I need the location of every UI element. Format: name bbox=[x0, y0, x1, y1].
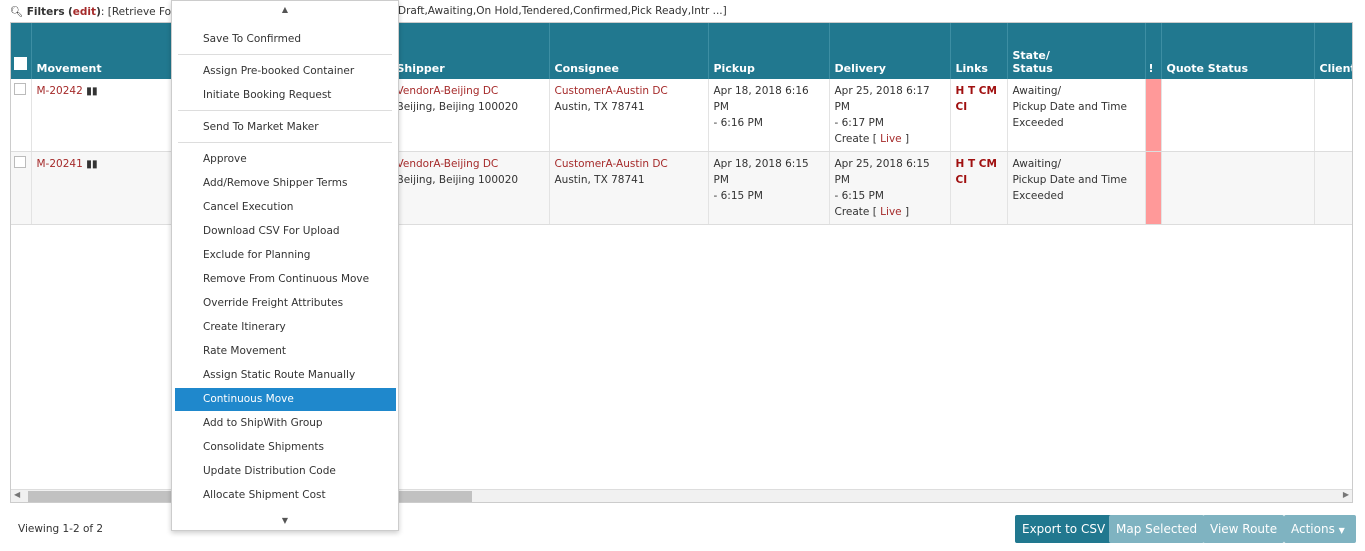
menu-divider bbox=[178, 142, 392, 143]
row-links[interactable]: H T CM CI bbox=[950, 79, 1008, 152]
menu-item[interactable]: Update Distribution Code bbox=[175, 460, 396, 483]
menu-item[interactable]: Allocate Shipment Cost bbox=[175, 484, 396, 507]
row-checkbox[interactable] bbox=[14, 83, 26, 95]
view-route-button[interactable]: View Route bbox=[1203, 515, 1285, 543]
menu-item[interactable]: Add/Remove Shipper Terms bbox=[175, 172, 396, 195]
col-state-status[interactable]: State/Status bbox=[1007, 23, 1146, 79]
select-all-checkbox[interactable] bbox=[11, 23, 32, 79]
map-selected-button[interactable]: Map Selected bbox=[1109, 515, 1205, 543]
scroll-left-icon[interactable]: ◀ bbox=[14, 490, 20, 499]
movement-link[interactable]: M-20242 bbox=[37, 85, 83, 97]
col-consignee[interactable]: Consignee bbox=[549, 23, 709, 79]
col-delivery[interactable]: Delivery bbox=[829, 23, 951, 79]
actions-button[interactable]: Actions ▼ bbox=[1284, 515, 1356, 543]
menu-item[interactable]: Consolidate Shipments bbox=[175, 436, 396, 459]
menu-item[interactable]: Approve bbox=[175, 148, 396, 171]
alert-flag bbox=[1145, 151, 1162, 225]
menu-item[interactable]: Assign Static Route Manually bbox=[175, 364, 396, 387]
col-client[interactable]: Client bbox=[1314, 23, 1352, 79]
menu-item[interactable]: Override Freight Attributes bbox=[175, 292, 396, 315]
actions-dropdown-menu: ▲ ▼ Save To Confirmed Assign Pre-booked C… bbox=[171, 0, 399, 531]
live-link[interactable]: Live bbox=[880, 206, 901, 218]
col-flag[interactable]: ! bbox=[1145, 23, 1162, 79]
viewing-count: Viewing 1-2 of 2 bbox=[18, 523, 104, 535]
menu-item[interactable]: Initiate Booking Request bbox=[175, 84, 396, 107]
edit-filters-link[interactable]: edit bbox=[73, 6, 96, 18]
col-movement[interactable]: Movement bbox=[31, 23, 172, 79]
col-shipper[interactable]: Shipper bbox=[391, 23, 550, 79]
menu-item[interactable]: Save To Confirmed bbox=[175, 28, 396, 51]
map-icon[interactable]: ▮▮ bbox=[86, 158, 98, 170]
scroll-right-icon[interactable]: ▶ bbox=[1343, 490, 1349, 499]
shipper-link[interactable]: VendorA-Beijing DC bbox=[397, 85, 499, 97]
menu-item[interactable]: Rate Movement bbox=[175, 340, 396, 363]
map-icon[interactable]: ▮▮ bbox=[86, 85, 98, 97]
menu-item[interactable]: Add to ShipWith Group bbox=[175, 412, 396, 435]
menu-item[interactable]: Assign Pre-booked Container bbox=[175, 60, 396, 83]
menu-item[interactable]: Continuous Move bbox=[175, 388, 396, 411]
menu-item[interactable]: Send To Market Maker bbox=[175, 116, 396, 139]
search-icon: 🔍︎ bbox=[10, 6, 24, 18]
consignee-link[interactable]: CustomerA-Austin DC bbox=[555, 158, 668, 170]
col-quote-status[interactable]: Quote Status bbox=[1161, 23, 1315, 79]
consignee-link[interactable]: CustomerA-Austin DC bbox=[555, 85, 668, 97]
live-link[interactable]: Live bbox=[880, 133, 901, 145]
col-links[interactable]: Links bbox=[950, 23, 1008, 79]
menu-divider bbox=[178, 110, 392, 111]
menu-item[interactable]: Exclude for Planning bbox=[175, 244, 396, 267]
col-pickup[interactable]: Pickup bbox=[708, 23, 830, 79]
filters-bar: 🔍︎ Filters (edit): [Retrieve For: Draft,… bbox=[10, 5, 727, 18]
row-checkbox[interactable] bbox=[14, 156, 26, 168]
row-links[interactable]: H T CM CI bbox=[950, 151, 1008, 225]
menu-item[interactable]: Create Itinerary bbox=[175, 316, 396, 339]
menu-item[interactable]: Download CSV For Upload bbox=[175, 220, 396, 243]
scroll-up-icon[interactable]: ▲ bbox=[172, 5, 398, 14]
alert-flag bbox=[1145, 79, 1162, 152]
scroll-down-icon[interactable]: ▼ bbox=[172, 516, 398, 525]
caret-down-icon: ▼ bbox=[1338, 526, 1345, 535]
shipper-link[interactable]: VendorA-Beijing DC bbox=[397, 158, 499, 170]
menu-item[interactable]: Cancel Execution bbox=[175, 196, 396, 219]
menu-item[interactable]: Remove From Continuous Move bbox=[175, 268, 396, 291]
movement-link[interactable]: M-20241 bbox=[37, 158, 83, 170]
export-csv-button[interactable]: Export to CSV bbox=[1015, 515, 1113, 543]
menu-divider bbox=[178, 54, 392, 55]
